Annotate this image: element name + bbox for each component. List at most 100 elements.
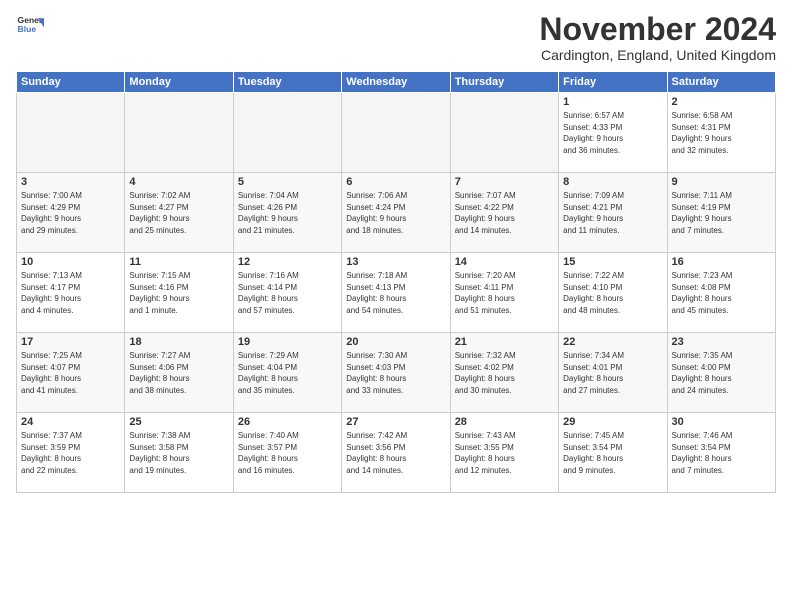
day-cell: 12 Sunrise: 7:16 AM Sunset: 4:14 PM Dayli… [233, 253, 341, 333]
day-info: Sunrise: 7:29 AM Sunset: 4:04 PM Dayligh… [238, 350, 337, 396]
day-cell: 4Sunrise: 7:02 AM Sunset: 4:27 PM Daylig… [125, 173, 233, 253]
day-info: Sunrise: 7:34 AM Sunset: 4:01 PM Dayligh… [563, 350, 662, 396]
day-info: Sunrise: 7:46 AM Sunset: 3:54 PM Dayligh… [672, 430, 771, 476]
day-number: 12 [238, 256, 337, 268]
day-cell: 29 Sunrise: 7:45 AM Sunset: 3:54 PM Dayli… [559, 413, 667, 493]
day-cell: 3Sunrise: 7:00 AM Sunset: 4:29 PM Daylig… [17, 173, 125, 253]
day-cell: 27Sunrise: 7:42 AM Sunset: 3:56 PM Dayli… [342, 413, 450, 493]
day-info: Sunrise: 7:43 AM Sunset: 3:55 PM Dayligh… [455, 430, 554, 476]
day-cell: 20 Sunrise: 7:30 AM Sunset: 4:03 PM Dayli… [342, 333, 450, 413]
day-number: 2 [672, 96, 771, 108]
day-cell: 13 Sunrise: 7:18 AM Sunset: 4:13 PM Dayli… [342, 253, 450, 333]
day-info: Sunrise: 7:07 AM Sunset: 4:22 PM Dayligh… [455, 190, 554, 236]
day-info: Sunrise: 7:20 AM Sunset: 4:11 PM Dayligh… [455, 270, 554, 316]
week-row-2: 3Sunrise: 7:00 AM Sunset: 4:29 PM Daylig… [17, 173, 776, 253]
col-header-monday: Monday [125, 72, 233, 93]
day-info: Sunrise: 7:22 AM Sunset: 4:10 PM Dayligh… [563, 270, 662, 316]
week-row-3: 10Sunrise: 7:13 AM Sunset: 4:17 PM Dayli… [17, 253, 776, 333]
day-cell: 18 Sunrise: 7:27 AM Sunset: 4:06 PM Dayli… [125, 333, 233, 413]
day-number: 5 [238, 176, 337, 188]
day-info: Sunrise: 7:35 AM Sunset: 4:00 PM Dayligh… [672, 350, 771, 396]
day-info: Sunrise: 7:15 AM Sunset: 4:16 PM Dayligh… [129, 270, 228, 316]
day-cell: 5 Sunrise: 7:04 AM Sunset: 4:26 PM Daylig… [233, 173, 341, 253]
day-number: 21 [455, 336, 554, 348]
day-number: 8 [563, 176, 662, 188]
logo-icon: General Blue [16, 12, 44, 40]
day-number: 18 [129, 336, 228, 348]
day-number: 7 [455, 176, 554, 188]
day-info: Sunrise: 6:57 AM Sunset: 4:33 PM Dayligh… [563, 110, 662, 156]
day-number: 15 [563, 256, 662, 268]
day-cell: 10Sunrise: 7:13 AM Sunset: 4:17 PM Dayli… [17, 253, 125, 333]
header: General Blue November 2024 Cardington, E… [16, 12, 776, 63]
day-info: Sunrise: 7:27 AM Sunset: 4:06 PM Dayligh… [129, 350, 228, 396]
day-info: Sunrise: 7:40 AM Sunset: 3:57 PM Dayligh… [238, 430, 337, 476]
day-info: Sunrise: 7:38 AM Sunset: 3:58 PM Dayligh… [129, 430, 228, 476]
day-cell [17, 93, 125, 173]
day-info: Sunrise: 7:00 AM Sunset: 4:29 PM Dayligh… [21, 190, 120, 236]
col-header-tuesday: Tuesday [233, 72, 341, 93]
day-cell: 30 Sunrise: 7:46 AM Sunset: 3:54 PM Dayli… [667, 413, 775, 493]
day-number: 9 [672, 176, 771, 188]
day-info: Sunrise: 7:04 AM Sunset: 4:26 PM Dayligh… [238, 190, 337, 236]
month-title: November 2024 [539, 12, 776, 47]
day-number: 24 [21, 416, 120, 428]
day-cell: 25 Sunrise: 7:38 AM Sunset: 3:58 PM Dayli… [125, 413, 233, 493]
svg-text:Blue: Blue [18, 24, 37, 34]
day-info: Sunrise: 7:18 AM Sunset: 4:13 PM Dayligh… [346, 270, 445, 316]
day-number: 20 [346, 336, 445, 348]
day-number: 23 [672, 336, 771, 348]
day-number: 13 [346, 256, 445, 268]
week-row-1: 1Sunrise: 6:57 AM Sunset: 4:33 PM Daylig… [17, 93, 776, 173]
day-number: 22 [563, 336, 662, 348]
day-cell: 23 Sunrise: 7:35 AM Sunset: 4:00 PM Dayli… [667, 333, 775, 413]
col-header-sunday: Sunday [17, 72, 125, 93]
day-cell: 9Sunrise: 7:11 AM Sunset: 4:19 PM Daylig… [667, 173, 775, 253]
day-number: 25 [129, 416, 228, 428]
day-cell: 17 Sunrise: 7:25 AM Sunset: 4:07 PM Dayli… [17, 333, 125, 413]
day-cell: 8 Sunrise: 7:09 AM Sunset: 4:21 PM Daylig… [559, 173, 667, 253]
day-cell [125, 93, 233, 173]
day-info: Sunrise: 7:06 AM Sunset: 4:24 PM Dayligh… [346, 190, 445, 236]
day-cell: 11Sunrise: 7:15 AM Sunset: 4:16 PM Dayli… [125, 253, 233, 333]
day-cell: 19 Sunrise: 7:29 AM Sunset: 4:04 PM Dayli… [233, 333, 341, 413]
day-cell: 7 Sunrise: 7:07 AM Sunset: 4:22 PM Daylig… [450, 173, 558, 253]
day-number: 26 [238, 416, 337, 428]
day-number: 28 [455, 416, 554, 428]
day-cell: 16 Sunrise: 7:23 AM Sunset: 4:08 PM Dayli… [667, 253, 775, 333]
day-cell: 21Sunrise: 7:32 AM Sunset: 4:02 PM Dayli… [450, 333, 558, 413]
day-cell [450, 93, 558, 173]
day-number: 29 [563, 416, 662, 428]
day-number: 16 [672, 256, 771, 268]
title-block: November 2024 Cardington, England, Unite… [539, 12, 776, 63]
day-cell: 26 Sunrise: 7:40 AM Sunset: 3:57 PM Dayli… [233, 413, 341, 493]
day-number: 19 [238, 336, 337, 348]
day-info: Sunrise: 7:30 AM Sunset: 4:03 PM Dayligh… [346, 350, 445, 396]
col-header-friday: Friday [559, 72, 667, 93]
calendar-table: SundayMondayTuesdayWednesdayThursdayFrid… [16, 71, 776, 493]
col-header-saturday: Saturday [667, 72, 775, 93]
week-row-5: 24 Sunrise: 7:37 AM Sunset: 3:59 PM Dayli… [17, 413, 776, 493]
day-cell: 15 Sunrise: 7:22 AM Sunset: 4:10 PM Dayli… [559, 253, 667, 333]
day-info: Sunrise: 7:45 AM Sunset: 3:54 PM Dayligh… [563, 430, 662, 476]
subtitle: Cardington, England, United Kingdom [539, 47, 776, 63]
day-cell: 2Sunrise: 6:58 AM Sunset: 4:31 PM Daylig… [667, 93, 775, 173]
day-number: 14 [455, 256, 554, 268]
day-cell: 14 Sunrise: 7:20 AM Sunset: 4:11 PM Dayli… [450, 253, 558, 333]
day-cell: 1Sunrise: 6:57 AM Sunset: 4:33 PM Daylig… [559, 93, 667, 173]
header-row: SundayMondayTuesdayWednesdayThursdayFrid… [17, 72, 776, 93]
day-number: 4 [129, 176, 228, 188]
day-number: 17 [21, 336, 120, 348]
day-number: 30 [672, 416, 771, 428]
day-info: Sunrise: 7:16 AM Sunset: 4:14 PM Dayligh… [238, 270, 337, 316]
day-number: 10 [21, 256, 120, 268]
day-info: Sunrise: 7:09 AM Sunset: 4:21 PM Dayligh… [563, 190, 662, 236]
day-cell [342, 93, 450, 173]
logo: General Blue [16, 12, 48, 40]
week-row-4: 17 Sunrise: 7:25 AM Sunset: 4:07 PM Dayli… [17, 333, 776, 413]
day-number: 27 [346, 416, 445, 428]
day-cell: 24 Sunrise: 7:37 AM Sunset: 3:59 PM Dayli… [17, 413, 125, 493]
day-info: Sunrise: 7:25 AM Sunset: 4:07 PM Dayligh… [21, 350, 120, 396]
day-info: Sunrise: 7:37 AM Sunset: 3:59 PM Dayligh… [21, 430, 120, 476]
day-info: Sunrise: 7:23 AM Sunset: 4:08 PM Dayligh… [672, 270, 771, 316]
